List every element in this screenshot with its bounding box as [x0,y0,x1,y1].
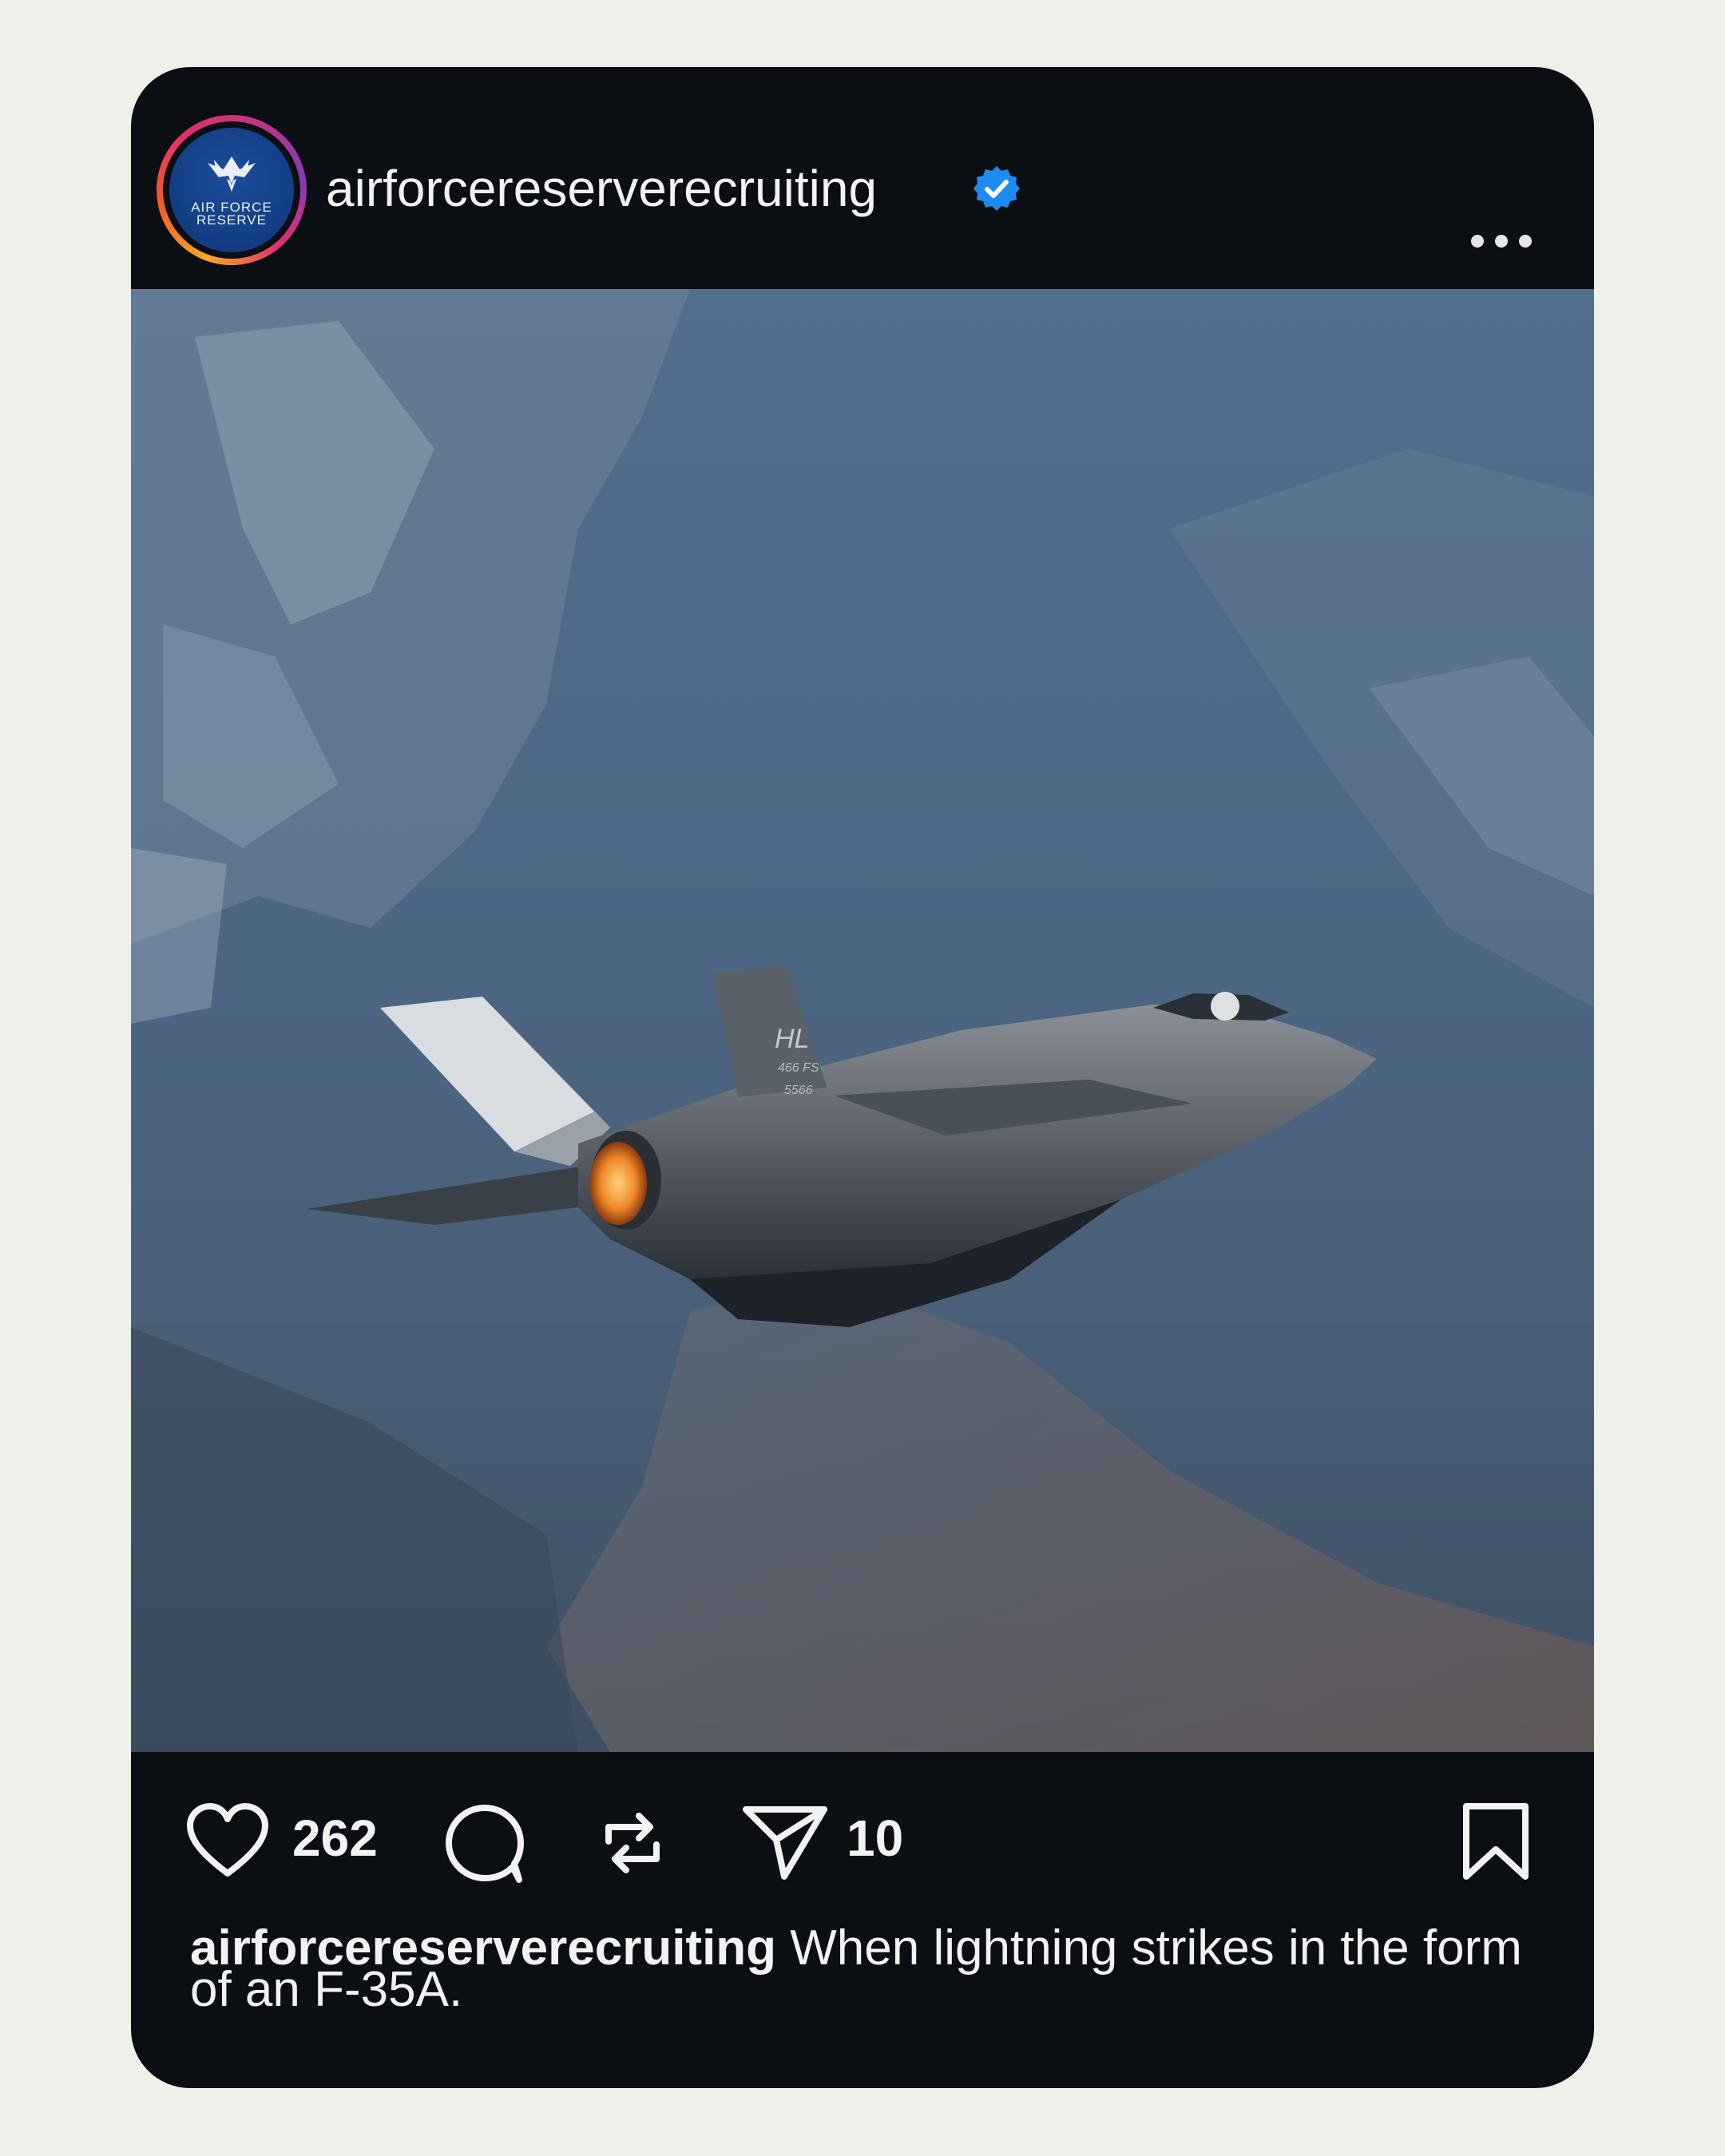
repost-icon[interactable] [593,1803,672,1883]
username[interactable]: airforcereserverecruiting [326,158,877,219]
heart-icon[interactable] [184,1801,272,1880]
bookmark-icon[interactable] [1460,1800,1532,1883]
air-force-wings-icon [208,157,256,192]
avatar-text-line1: AIR FORCE [191,200,272,215]
jet-photo: HL 466 FS 5566 [131,289,1594,1752]
verified-badge-icon [974,166,1020,211]
send-icon[interactable] [741,1801,829,1881]
share-count: 10 [847,1809,904,1867]
post-caption: airforcereserverecruiting When lightning… [190,1924,1548,2015]
tail-unit: 466 FS [778,1061,819,1075]
like-count: 262 [292,1809,378,1867]
avatar[interactable]: AIR FORCE RESERVE [157,115,307,265]
avatar-logo: AIR FORCE RESERVE [169,128,294,252]
tail-code: HL [775,1024,809,1054]
post-header: AIR FORCE RESERVE airforcereserverecruit… [131,67,1594,289]
more-horizontal-icon[interactable] [1466,227,1546,256]
post-card: AIR FORCE RESERVE airforcereserverecruit… [131,67,1594,2088]
tail-serial: 5566 [784,1084,813,1097]
comment-icon[interactable] [442,1801,527,1885]
post-image[interactable]: HL 466 FS 5566 [131,289,1594,1752]
avatar-text-line2: RESERVE [196,212,267,228]
